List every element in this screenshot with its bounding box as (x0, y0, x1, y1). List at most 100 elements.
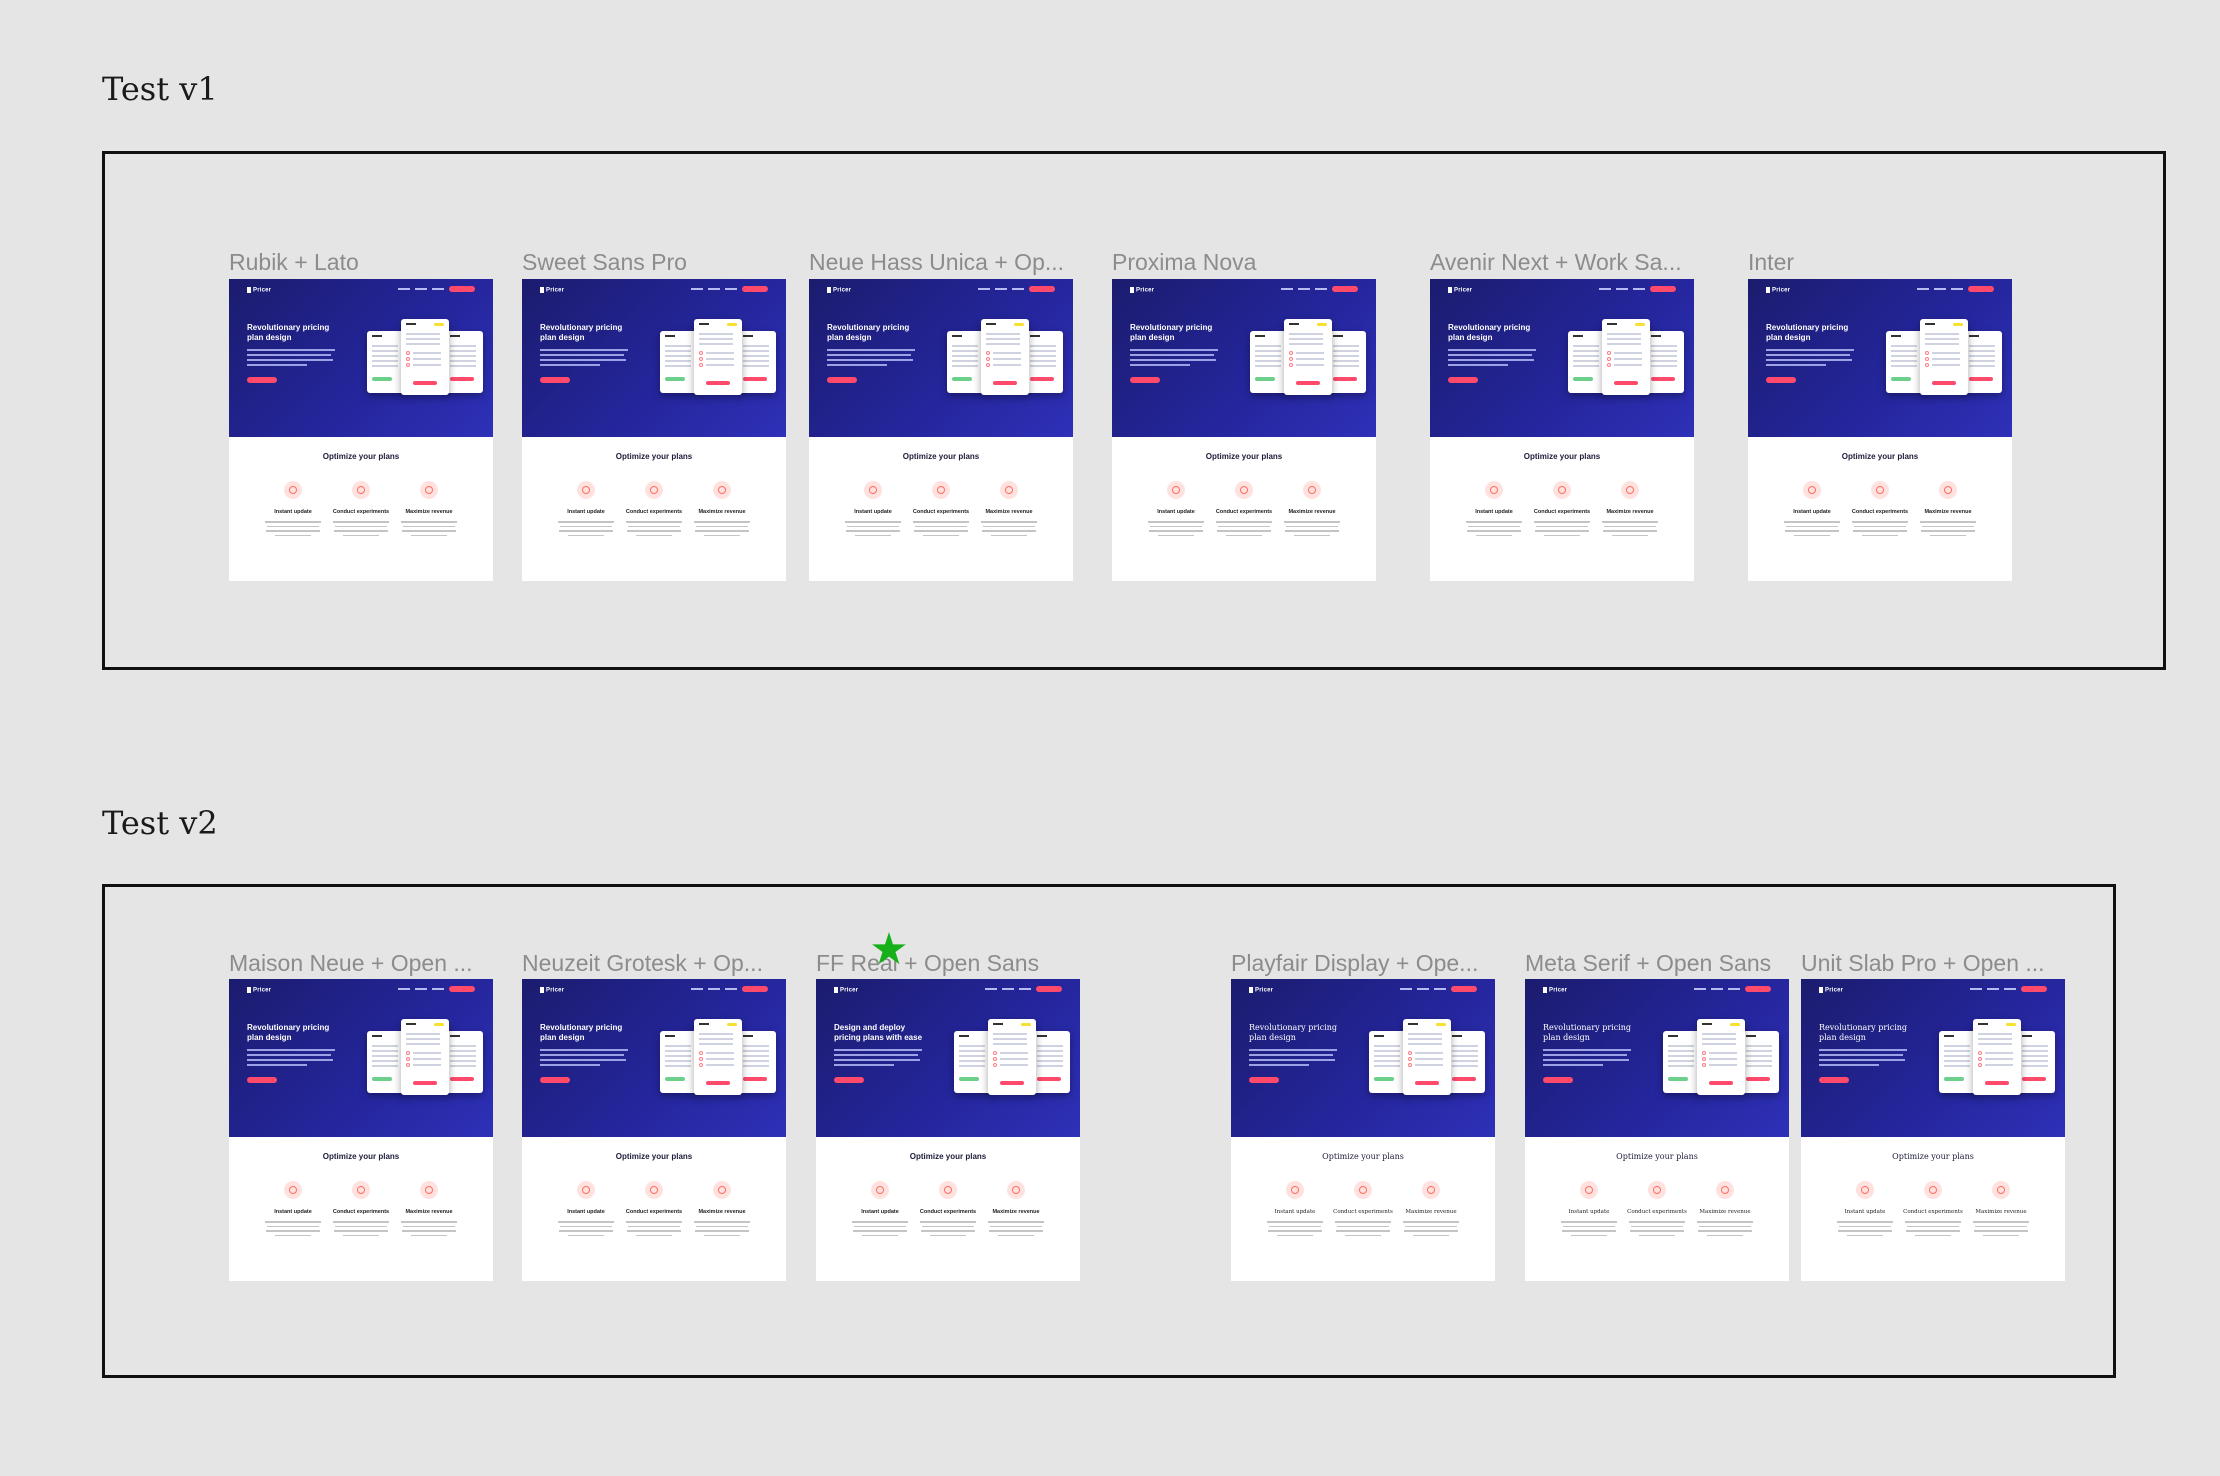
thumbnail-label[interactable]: Maison Neue + Open ... (229, 948, 499, 978)
feature-icon (1354, 1181, 1372, 1199)
feature-text (1399, 1221, 1463, 1236)
feature-text (261, 1221, 325, 1236)
thumbnail-label[interactable]: FF Real + Open Sans (816, 948, 1086, 978)
pricing-card-enterprise (1025, 331, 1063, 393)
pricing-card-growth (1403, 1019, 1451, 1095)
thumbnail-frame[interactable]: Pricer Revolutionary pricing plan design O… (229, 979, 493, 1281)
feature-icon (352, 481, 370, 499)
star-icon[interactable]: ★ (868, 928, 910, 972)
section-title-test-v1: Test v1 (102, 70, 218, 108)
thumbnail-frame[interactable]: Pricer Revolutionary pricing plan design O… (1801, 979, 2065, 1281)
thumbnail-frame[interactable]: Pricer Revolutionary pricing plan design O… (809, 279, 1073, 581)
hero-copy (827, 349, 919, 369)
thumbnail-label[interactable]: Avenir Next + Work Sa... (1430, 247, 1700, 277)
thumbnail-label[interactable]: Neue Hass Unica + Op... (809, 247, 1079, 277)
feature-text (397, 1221, 461, 1236)
feature-icon (1924, 1181, 1942, 1199)
feature-1: Conduct experiments (916, 1181, 980, 1239)
feature-icon (1303, 481, 1321, 499)
nav-bar (1694, 986, 1771, 992)
feature-text (1144, 521, 1208, 536)
features-section: Optimize your plans Instant update Conduct… (1801, 1137, 2065, 1281)
feature-icon (713, 1181, 731, 1199)
badge (1436, 1023, 1446, 1026)
thumbnail-frame[interactable]: Pricer Revolutionary pricing plan design O… (1430, 279, 1694, 581)
features-heading: Optimize your plans (1841, 452, 1919, 461)
logo: Pricer (540, 987, 564, 994)
logo: Pricer (1543, 987, 1567, 994)
thumbnail-frame[interactable]: Pricer Design and deploy pricing plans wi… (816, 979, 1080, 1281)
feature-2: Maximize revenue (690, 481, 754, 539)
hero-headline: Revolutionary pricing plan design (1249, 1023, 1338, 1042)
feature-2: Maximize revenue (1969, 1181, 2033, 1239)
features-heading: Optimize your plans (902, 452, 980, 461)
feature-icon (1803, 481, 1821, 499)
logo: Pricer (1766, 287, 1790, 294)
thumbnail-frame[interactable]: Pricer Revolutionary pricing plan design O… (1525, 979, 1789, 1281)
thumbnail-label[interactable]: Rubik + Lato (229, 247, 499, 277)
feature-title: Maximize revenue (698, 1209, 746, 1215)
logo: Pricer (247, 987, 271, 994)
feature-1: Conduct experiments (1848, 481, 1912, 539)
feature-text (690, 521, 754, 536)
pricing-card-enterprise (2017, 1031, 2055, 1093)
feature-title: Maximize revenue (1924, 509, 1972, 515)
pricing-card-enterprise (1741, 1031, 1779, 1093)
section-title-test-v2: Test v2 (102, 804, 218, 842)
hero-copy (1448, 349, 1540, 369)
nav-bar (985, 986, 1062, 992)
feature-text (1969, 1221, 2033, 1236)
badge (1953, 323, 1963, 326)
badge (1317, 323, 1327, 326)
nav-bar (1281, 286, 1358, 292)
features-heading: Optimize your plans (1616, 1152, 1698, 1161)
feature-0: Instant update (1144, 481, 1208, 539)
thumbnail-frame[interactable]: Pricer Revolutionary pricing plan design O… (1112, 279, 1376, 581)
thumbnail-label[interactable]: Sweet Sans Pro (522, 247, 792, 277)
logo: Pricer (827, 287, 851, 294)
feature-title: Maximize revenue (1288, 509, 1336, 515)
hero-cta-button (1130, 377, 1160, 383)
pricing-card-enterprise (445, 1031, 483, 1093)
feature-2: Maximize revenue (977, 481, 1041, 539)
thumbnail-frame[interactable]: Pricer Revolutionary pricing plan design O… (1231, 979, 1495, 1281)
pricing-card-growth (1697, 1019, 1745, 1095)
thumbnail-label[interactable]: Meta Serif + Open Sans (1525, 948, 1795, 978)
feature-icon (1422, 1181, 1440, 1199)
feature-text (1331, 1221, 1395, 1236)
hero-section: Pricer Revolutionary pricing plan design (809, 279, 1073, 437)
hero-cta-button (247, 1077, 277, 1083)
feature-title: Conduct experiments (912, 509, 970, 515)
feature-text (1212, 521, 1276, 536)
thumbnail-label[interactable]: Unit Slab Pro + Open ... (1801, 948, 2071, 978)
thumbnail-label[interactable]: Proxima Nova (1112, 247, 1382, 277)
features-heading: Optimize your plans (322, 1152, 400, 1161)
feature-2: Maximize revenue (1916, 481, 1980, 539)
thumbnail-frame[interactable]: Pricer Revolutionary pricing plan design O… (229, 279, 493, 581)
badge (1730, 1023, 1740, 1026)
thumbnail-frame[interactable]: Pricer Revolutionary pricing plan design O… (522, 279, 786, 581)
badge (727, 1023, 737, 1026)
pricing-card-enterprise (738, 331, 776, 393)
features-section: Optimize your plans Instant update Conduct… (1430, 437, 1694, 581)
badge (434, 1023, 444, 1026)
badge (434, 323, 444, 326)
feature-icon (284, 1181, 302, 1199)
thumbnail-frame[interactable]: Pricer Revolutionary pricing plan design O… (1748, 279, 2012, 581)
thumbnail-frame[interactable]: Pricer Revolutionary pricing plan design O… (522, 979, 786, 1281)
thumbnail-label[interactable]: Inter (1748, 247, 2018, 277)
thumbnail-label[interactable]: Playfair Display + Ope... (1231, 948, 1501, 978)
feature-title: Maximize revenue (405, 1209, 453, 1215)
feature-title: Conduct experiments (1215, 509, 1273, 515)
hero-section: Pricer Design and deploy pricing plans wi… (816, 979, 1080, 1137)
thumbnail-label[interactable]: Neuzeit Grotesk + Op... (522, 948, 792, 978)
feature-title: Instant update (1157, 509, 1195, 515)
feature-text (1848, 521, 1912, 536)
feature-title: Maximize revenue (992, 1209, 1040, 1215)
pricing-card-enterprise (738, 1031, 776, 1093)
feature-icon (1992, 1181, 2010, 1199)
feature-icon (871, 1181, 889, 1199)
feature-title: Instant update (1793, 509, 1831, 515)
badge (2006, 1023, 2016, 1026)
feature-0: Instant update (554, 481, 618, 539)
